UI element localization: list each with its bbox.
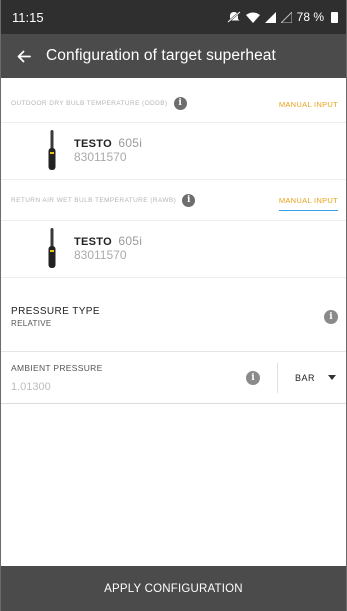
signal-icon-secondary — [280, 11, 292, 23]
status-bar: 11:15 78 % — [1, 0, 346, 34]
mute-icon — [227, 11, 241, 23]
ambient-pressure-row: Ambient pressure 1.01300 i bar — [1, 352, 346, 404]
device-info: TESTO 605i 83011570 — [74, 136, 143, 165]
config-content: Outdoor dry bulb temperature (ODDB) i Ma… — [1, 78, 346, 404]
pressure-type-label: Pressure type — [11, 305, 100, 317]
device-serial: 83011570 — [74, 150, 127, 164]
app-screen: 11:15 78 % Configuration of target super… — [0, 0, 347, 611]
device-model: 605i — [118, 234, 143, 249]
input-underline — [278, 209, 338, 211]
info-icon[interactable]: i — [182, 193, 196, 207]
apply-configuration-button[interactable]: APPLY CONFIGURATION — [1, 566, 346, 611]
return-section-header: Return air wet bulb temperature (RAWB) i… — [1, 180, 346, 220]
arrow-left-icon[interactable] — [11, 43, 37, 69]
battery-icon — [331, 11, 338, 23]
caret-down-icon — [328, 375, 336, 380]
status-time: 11:15 — [12, 9, 44, 25]
battery-percent: 78 % — [296, 10, 324, 24]
divider — [276, 362, 278, 393]
pressure-type-value: Relative — [11, 318, 52, 328]
manual-input-label: Manual input — [278, 100, 338, 109]
ambient-pressure-label: Ambient pressure — [11, 362, 103, 373]
info-icon[interactable]: i — [173, 96, 187, 110]
manual-input-label: Manual input — [278, 195, 338, 205]
outdoor-device-card[interactable]: TESTO 605i 83011570 — [1, 122, 346, 180]
signal-icon — [264, 11, 276, 23]
info-icon[interactable]: i — [245, 370, 260, 385]
unit-dropdown[interactable]: bar — [295, 373, 336, 383]
device-brand: TESTO — [74, 236, 112, 249]
device-serial: 83011570 — [74, 248, 127, 262]
outdoor-section-label: Outdoor dry bulb temperature (ODDB) — [11, 99, 168, 107]
device-model: 605i — [118, 136, 143, 151]
outdoor-manual-input-link[interactable]: Manual input — [279, 94, 338, 112]
return-manual-input-link[interactable]: Manual input — [278, 190, 338, 211]
page-title: Configuration of target superheat — [46, 47, 276, 64]
device-info: TESTO 605i 83011570 — [74, 234, 143, 263]
wifi-icon — [245, 12, 260, 23]
probe-icon — [48, 228, 56, 268]
info-icon[interactable]: i — [324, 309, 338, 324]
return-section-label: Return air wet bulb temperature (RAWB) — [11, 196, 177, 204]
return-device-card[interactable]: TESTO 605i 83011570 — [1, 220, 346, 278]
status-icons: 78 % — [227, 10, 338, 24]
device-brand: TESTO — [74, 138, 112, 151]
probe-icon — [48, 130, 56, 170]
app-bar: Configuration of target superheat — [1, 34, 346, 78]
pressure-type-row[interactable]: Pressure type Relative i — [1, 282, 346, 352]
ambient-pressure-input[interactable]: 1.01300 — [11, 381, 246, 393]
outdoor-section-header: Outdoor dry bulb temperature (ODDB) i Ma… — [1, 78, 346, 122]
unit-value: bar — [294, 372, 315, 383]
